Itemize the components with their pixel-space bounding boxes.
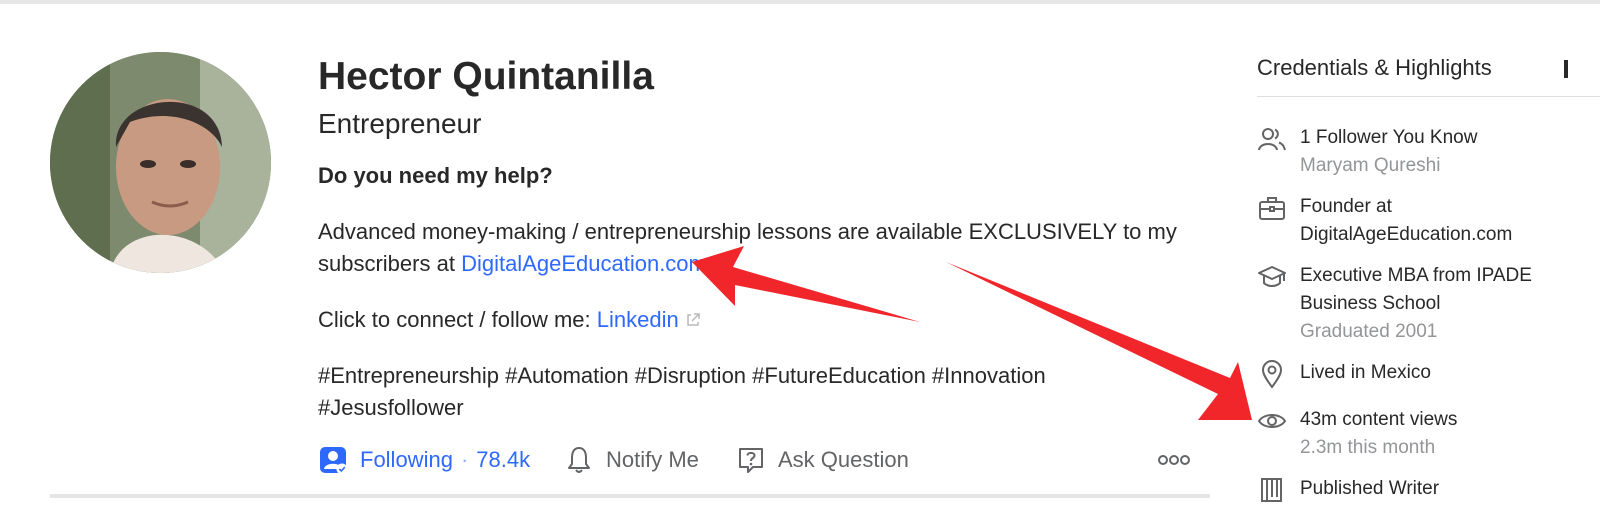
credential-main: Lived in Mexico: [1300, 362, 1431, 383]
published-writer-icon: [1261, 478, 1282, 502]
people-icon: [1258, 128, 1286, 151]
more-options-button[interactable]: [1158, 440, 1202, 480]
profile-bio: Do you need my help? Advanced money-maki…: [318, 160, 1208, 424]
follower-count: 78.4k: [476, 447, 531, 472]
profile-actions: Following · 78.4k Notify Me Ask Question: [318, 440, 1208, 480]
external-link-icon: [715, 257, 728, 270]
credential-sub: 2.3m this month: [1300, 437, 1436, 458]
ask-label: Ask Question: [778, 447, 909, 472]
credential-main: Founder at DigitalAgeEducation.com: [1300, 196, 1513, 245]
credential-sub: Maryam Qureshi: [1300, 155, 1441, 176]
briefcase-icon: [1259, 197, 1285, 220]
digitalageeducation-link[interactable]: DigitalAgeEducation.com: [461, 251, 707, 276]
credentials-title: Credentials & Highlights: [1257, 55, 1492, 80]
credential-main: Published Writer: [1300, 478, 1440, 499]
bottom-divider: [50, 494, 1210, 498]
profile-tagline: Entrepreneur: [318, 108, 482, 139]
bio-question: Do you need my help?: [318, 163, 553, 188]
profile-name: Hector Quintanilla: [318, 55, 654, 98]
credentials-divider: [1257, 96, 1600, 97]
following-user-icon: [320, 447, 348, 475]
hashtags-line-2: #Jesusfollower: [318, 395, 464, 420]
bio-hashtags: #Entrepreneurship #Automation #Disruptio…: [318, 360, 1208, 424]
bio-subscribe-text: Advanced money-making / entrepreneurship…: [318, 219, 1177, 276]
graduation-cap-icon: [1258, 266, 1286, 287]
following-label: Following: [360, 447, 453, 472]
bio-connect-text: Click to connect / follow me:: [318, 307, 597, 332]
separator-dot: ·: [460, 447, 469, 472]
credential-main: Executive MBA from IPADE Business School: [1300, 265, 1532, 314]
external-link-icon: [686, 313, 700, 326]
credential-sub: Graduated 2001: [1300, 321, 1438, 342]
more-horizontal-icon: [1158, 455, 1190, 465]
credential-main: 43m content views: [1300, 409, 1458, 430]
avatar[interactable]: [50, 52, 271, 273]
eye-icon: [1257, 414, 1287, 428]
question-bubble-icon: [739, 448, 763, 473]
credential-main: 1 Follower You Know: [1300, 127, 1478, 148]
following-button[interactable]: Following · 78.4k: [318, 440, 530, 480]
bell-icon: [568, 447, 590, 473]
ask-question-button[interactable]: Ask Question: [736, 440, 909, 480]
linkedin-link[interactable]: Linkedin: [597, 307, 679, 332]
hashtags-line-1: #Entrepreneurship #Automation #Disruptio…: [318, 363, 1046, 388]
notify-label: Notify Me: [606, 447, 699, 472]
location-pin-icon: [1262, 360, 1282, 388]
bio-paragraph-subscribe: Advanced money-making / entrepreneurship…: [318, 216, 1208, 280]
edit-credentials-pencil-icon[interactable]: [1564, 60, 1568, 78]
bio-paragraph-connect: Click to connect / follow me: Linkedin: [318, 304, 1208, 336]
notify-me-button[interactable]: Notify Me: [564, 440, 699, 480]
top-divider: [0, 0, 1600, 4]
